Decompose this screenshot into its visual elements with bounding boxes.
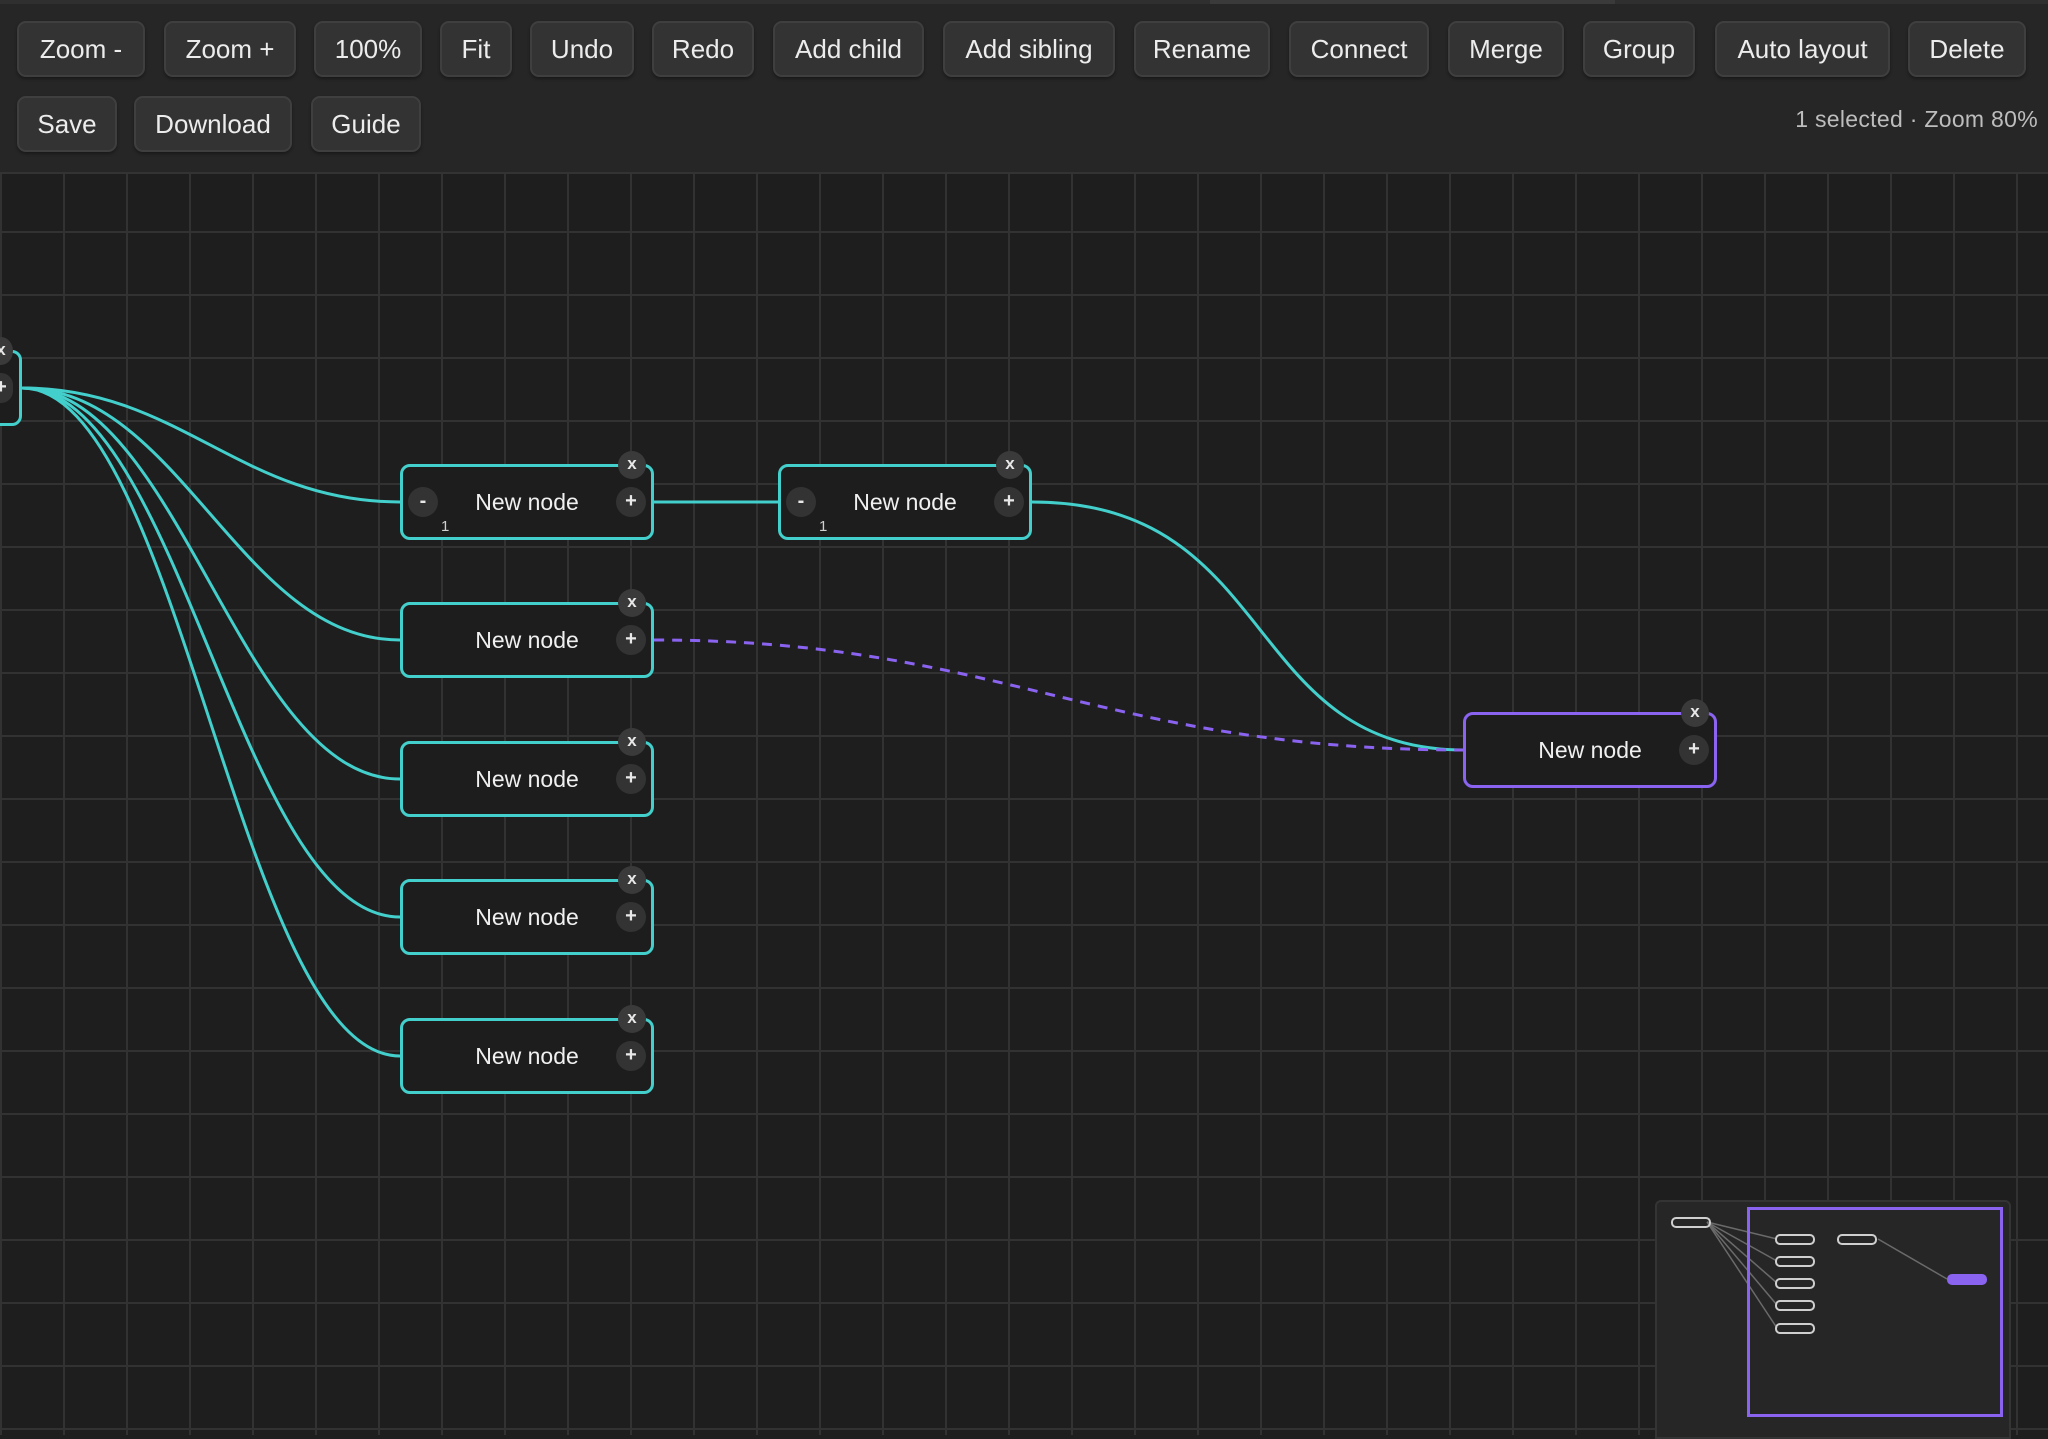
mindmap-node[interactable]: New node + x	[400, 728, 654, 817]
save-button[interactable]: Save	[17, 96, 117, 152]
auto-layout-button[interactable]: Auto layout	[1715, 21, 1890, 77]
mindmap-node-selected[interactable]: New node + x	[1463, 699, 1717, 788]
close-icon[interactable]: x	[618, 1005, 646, 1033]
node-label: New node	[475, 904, 579, 930]
edge-root-n2	[21, 386, 401, 642]
guide-button[interactable]: Guide	[311, 96, 421, 152]
add-child-icon[interactable]: +	[616, 625, 646, 655]
close-icon[interactable]: x	[996, 451, 1024, 479]
toolbar-top-border	[0, 0, 2048, 4]
child-count: 1	[819, 518, 828, 535]
delete-button[interactable]: Delete	[1908, 21, 2026, 77]
add-child-icon[interactable]: +	[0, 373, 13, 403]
node-label: New node	[1538, 737, 1642, 763]
link-n2-n7	[653, 638, 1466, 752]
close-icon[interactable]: x	[618, 451, 646, 479]
collapse-icon[interactable]: -	[408, 487, 438, 517]
mindmap-node[interactable]: New node + x	[400, 1005, 654, 1094]
add-child-icon[interactable]: +	[1679, 735, 1709, 765]
minimap-node	[1775, 1278, 1815, 1289]
mindmap-node[interactable]: New node + x	[400, 866, 654, 955]
add-child-icon[interactable]: +	[994, 487, 1024, 517]
download-button[interactable]: Download	[134, 96, 292, 152]
mindmap-node[interactable]: New node - 1 + x	[778, 451, 1032, 540]
minimap-node	[1775, 1256, 1815, 1267]
root-node[interactable]: x +	[0, 337, 22, 426]
add-child-button[interactable]: Add child	[773, 21, 924, 77]
add-child-icon[interactable]: +	[616, 764, 646, 794]
node-label: New node	[475, 627, 579, 653]
minimap-node	[1671, 1217, 1711, 1228]
minimap[interactable]	[1655, 1200, 2011, 1439]
minimap-node	[1837, 1234, 1877, 1245]
rename-button[interactable]: Rename	[1134, 21, 1270, 77]
minimap-node	[1775, 1234, 1815, 1245]
close-icon[interactable]: x	[1681, 699, 1709, 727]
group-button[interactable]: Group	[1583, 21, 1695, 77]
child-count: 1	[441, 518, 450, 535]
redo-button[interactable]: Redo	[652, 21, 754, 77]
scroll-indicator	[1210, 0, 1615, 4]
add-sibling-button[interactable]: Add sibling	[943, 21, 1115, 77]
toolbar: Zoom - Zoom + 100% Fit Undo Redo Add chi…	[0, 0, 2048, 174]
add-child-icon[interactable]: +	[616, 487, 646, 517]
zoom-out-button[interactable]: Zoom -	[17, 21, 145, 77]
minimap-node-selected	[1947, 1274, 1987, 1285]
node-label: New node	[475, 1043, 579, 1069]
mindmap-node[interactable]: New node - 1 + x	[400, 451, 654, 540]
edge-root-n4	[21, 386, 401, 919]
minimap-node	[1775, 1323, 1815, 1334]
edge-n6-n7	[1031, 500, 1466, 752]
add-child-icon[interactable]: +	[616, 902, 646, 932]
connect-button[interactable]: Connect	[1289, 21, 1429, 77]
zoom-reset-button[interactable]: 100%	[314, 21, 422, 77]
selection-status: 1 selected · Zoom 80%	[1795, 106, 2038, 132]
fit-button[interactable]: Fit	[440, 21, 512, 77]
mindmap-node[interactable]: New node + x	[400, 589, 654, 678]
undo-button[interactable]: Undo	[530, 21, 634, 77]
node-label: New node	[475, 766, 579, 792]
add-child-icon[interactable]: +	[616, 1041, 646, 1071]
minimap-node	[1775, 1300, 1815, 1311]
close-icon[interactable]: x	[618, 589, 646, 617]
collapse-icon[interactable]: -	[786, 487, 816, 517]
edge-root-n5	[21, 386, 401, 1058]
merge-button[interactable]: Merge	[1448, 21, 1564, 77]
zoom-in-button[interactable]: Zoom +	[164, 21, 296, 77]
close-icon[interactable]: x	[618, 728, 646, 756]
close-icon[interactable]: x	[618, 866, 646, 894]
